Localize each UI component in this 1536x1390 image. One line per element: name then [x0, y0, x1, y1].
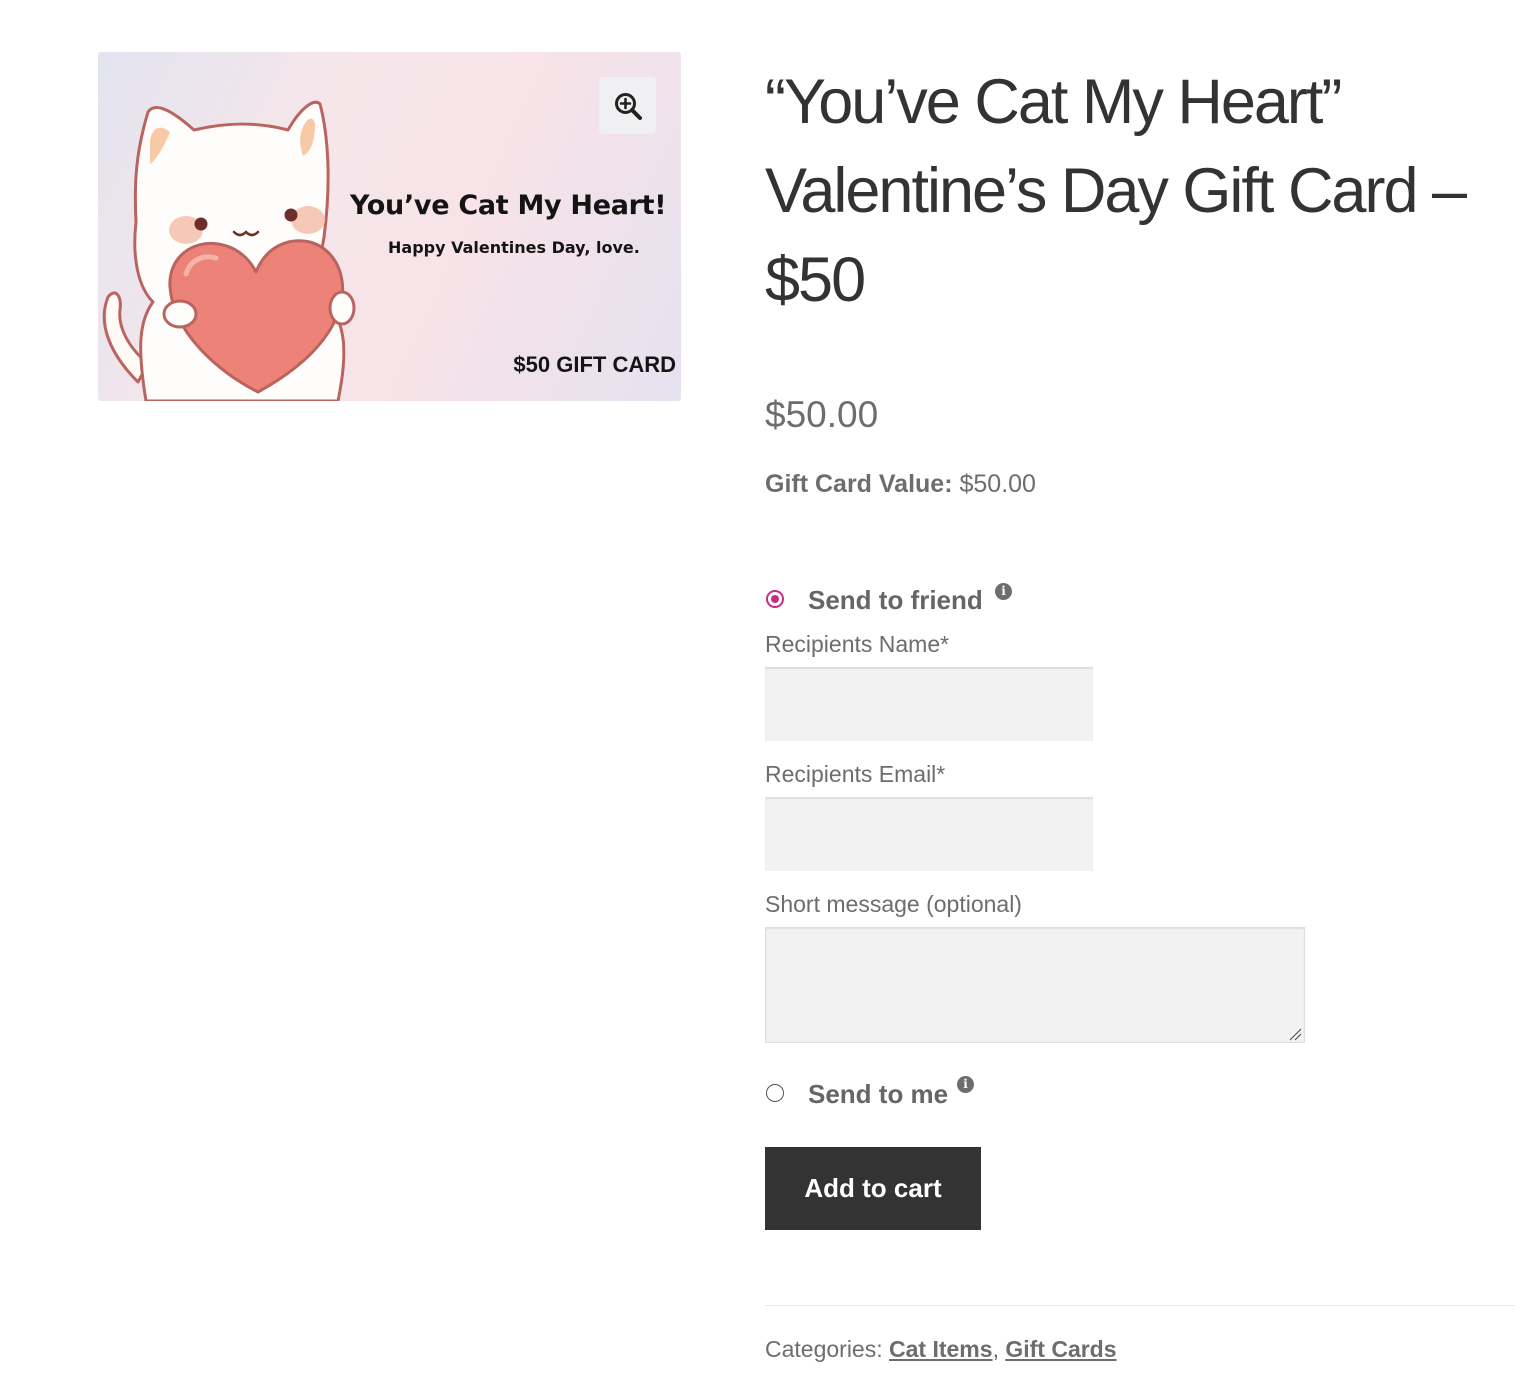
- product-title: “You’ve Cat My Heart” Valentine’s Day Gi…: [765, 67, 1467, 315]
- add-to-cart-button[interactable]: Add to cart: [765, 1147, 981, 1230]
- gift-card-value-label: Gift Card Value:: [765, 470, 953, 498]
- info-icon[interactable]: i: [995, 583, 1012, 600]
- product-price: $50.00: [765, 394, 879, 435]
- zoom-button[interactable]: [599, 77, 656, 134]
- send-to-friend-label[interactable]: Send to friend: [808, 585, 983, 616]
- recipient-email-label: Recipients Email*: [765, 761, 946, 787]
- categories-label: Categories:: [765, 1336, 883, 1362]
- zoom-in-icon: [614, 92, 642, 120]
- category-separator: ,: [992, 1336, 1006, 1362]
- card-value-label: $50 GIFT CARD: [513, 352, 676, 377]
- send-to-friend-radio[interactable]: [766, 590, 784, 608]
- message-label: Short message (optional): [765, 891, 1022, 917]
- message-textarea[interactable]: [765, 927, 1305, 1043]
- card-title: You’ve Cat My Heart!: [350, 190, 667, 221]
- send-to-me-radio[interactable]: [766, 1084, 784, 1102]
- recipient-email-input[interactable]: [765, 797, 1093, 871]
- recipient-name-input[interactable]: [765, 667, 1093, 741]
- card-subtitle: Happy Valentines Day, love.: [388, 238, 640, 257]
- resize-handle-icon[interactable]: [1288, 1027, 1302, 1041]
- category-link-cat-items[interactable]: Cat Items: [889, 1336, 993, 1362]
- cat-illustration: [102, 100, 356, 401]
- category-link-gift-cards[interactable]: Gift Cards: [1005, 1336, 1116, 1362]
- product-image[interactable]: You’ve Cat My Heart! Happy Valentines Da…: [98, 52, 681, 401]
- info-icon[interactable]: i: [957, 1076, 974, 1093]
- gift-card-value-amount: $50.00: [959, 470, 1036, 498]
- product-categories: Categories: Cat Items, Gift Cards: [765, 1336, 1117, 1363]
- gift-card-value: Gift Card Value: $50.00: [765, 470, 1036, 499]
- divider: [765, 1305, 1515, 1306]
- recipient-name-label: Recipients Name*: [765, 631, 950, 657]
- send-to-me-label[interactable]: Send to me: [808, 1079, 948, 1110]
